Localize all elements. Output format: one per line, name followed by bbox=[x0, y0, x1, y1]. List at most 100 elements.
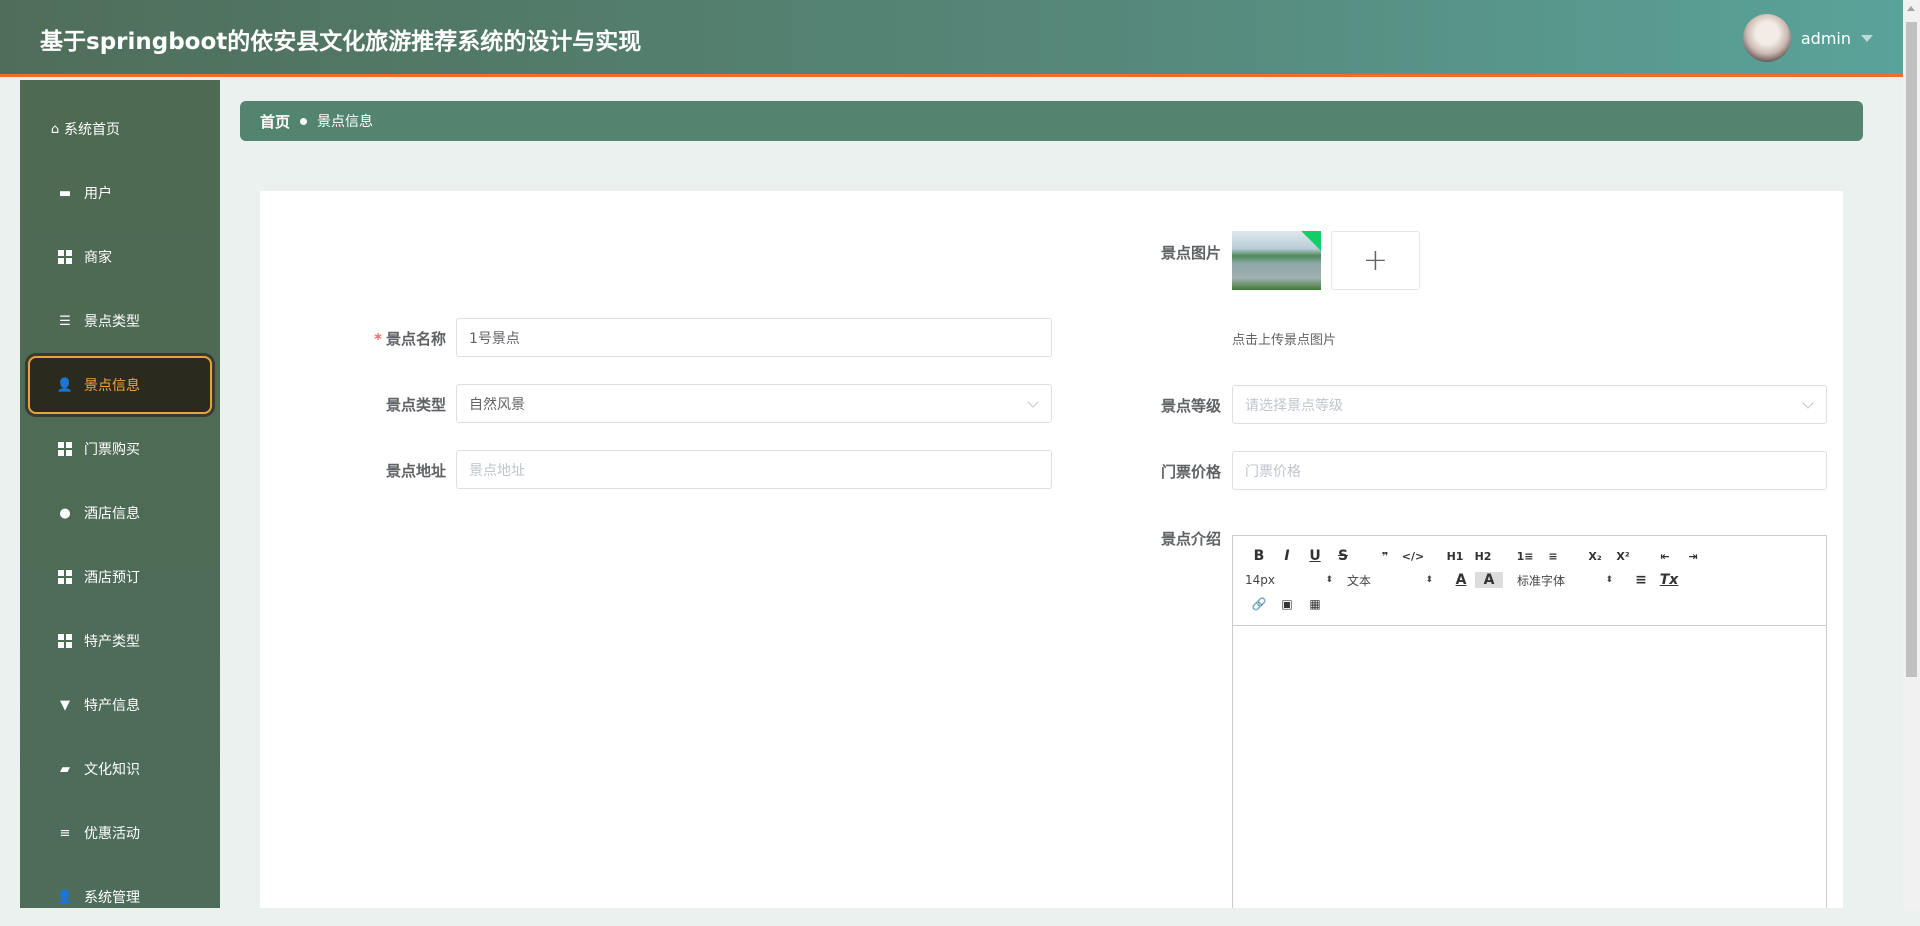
sidebar: ⌂ 系统首页 ▬ 用户商家 ☰ 景点类型 👤 景点信息门票购买 ● 酒店信息酒店预订特产类型 ▼ 特产… bbox=[20, 80, 220, 908]
bold-button[interactable]: B bbox=[1245, 548, 1273, 564]
font-size-value: 14px bbox=[1245, 573, 1275, 587]
price-input[interactable]: 门票价格 bbox=[1232, 451, 1827, 490]
rich-text-editor: B I U S ❞ </> H1 H2 1≡ ≡ X₂ X² ⇤ ⇥ 14px ⬍ 文本 ⬍ A A 标准字体… bbox=[1232, 535, 1827, 908]
sidebar-item-10[interactable]: ▰ 文化知识 bbox=[20, 740, 220, 798]
sidebar-item-label: 酒店信息 bbox=[84, 506, 140, 522]
updown-icon: ⬍ bbox=[1325, 575, 1333, 585]
user-icon: 👤 bbox=[56, 889, 74, 905]
sidebar-item-label: 酒店预订 bbox=[84, 570, 140, 586]
top-header: 基于springboot的依安县文化旅游推荐系统的设计与实现 admin bbox=[0, 0, 1903, 77]
ordered-list-button[interactable]: 1≡ bbox=[1511, 550, 1539, 563]
scrollbar[interactable] bbox=[1903, 0, 1920, 908]
underline-button[interactable]: U bbox=[1301, 548, 1329, 564]
sidebar-item-8[interactable]: 特产类型 bbox=[20, 612, 220, 670]
sidebar-item-label: 景点信息 bbox=[84, 378, 140, 394]
type-select[interactable]: 自然风景 bbox=[456, 384, 1052, 423]
user-icon: 👤 bbox=[56, 377, 74, 393]
name-value: 1号景点 bbox=[469, 330, 520, 347]
intro-label: 景点介绍 bbox=[1160, 530, 1221, 548]
type-label: 景点类型 bbox=[385, 396, 446, 414]
header-select[interactable]: 文本 ⬍ bbox=[1347, 572, 1433, 589]
avatar[interactable] bbox=[1742, 14, 1791, 62]
level-select[interactable]: 请选择景点等级 bbox=[1232, 385, 1827, 424]
chevron-down-icon bbox=[1027, 396, 1039, 408]
image-label: 景点图片 bbox=[1160, 244, 1221, 262]
breadcrumb-separator bbox=[300, 117, 308, 125]
h1-button[interactable]: H1 bbox=[1441, 550, 1469, 563]
price-label: 门票价格 bbox=[1160, 463, 1221, 481]
sidebar-item-3[interactable]: ☰ 景点类型 bbox=[20, 292, 220, 350]
scroll-up-icon[interactable] bbox=[1907, 6, 1915, 11]
indent-button[interactable]: ⇥ bbox=[1679, 550, 1707, 563]
sidebar-item-6[interactable]: ● 酒店信息 bbox=[20, 484, 220, 542]
briefcase-icon: ▬ bbox=[58, 185, 72, 201]
sidebar-item-11[interactable]: ≡ 优惠活动 bbox=[20, 804, 220, 862]
stamp-icon: ▼ bbox=[60, 697, 70, 713]
sidebar-item-label: 门票购买 bbox=[84, 442, 140, 458]
sidebar-item-label: 特产信息 bbox=[84, 698, 140, 714]
ticket-icon: ▰ bbox=[60, 761, 70, 777]
font-color-button[interactable]: A bbox=[1447, 572, 1475, 588]
updown-icon: ⬍ bbox=[1425, 575, 1433, 585]
bullet-list-button[interactable]: ≡ bbox=[1539, 550, 1567, 563]
breadcrumb: 首页 景点信息 bbox=[240, 101, 1863, 141]
app-title: 基于springboot的依安县文化旅游推荐系统的设计与实现 bbox=[40, 29, 642, 55]
uploaded-image-thumbnail[interactable] bbox=[1232, 231, 1321, 290]
sidebar-item-7[interactable]: 酒店预订 bbox=[20, 548, 220, 606]
grid-icon bbox=[58, 442, 72, 456]
clear-format-button[interactable]: Tx bbox=[1655, 572, 1683, 588]
image-icon[interactable]: ▣ bbox=[1273, 597, 1301, 611]
list-icon: ≡ bbox=[59, 825, 71, 841]
user-menu[interactable]: admin bbox=[1742, 14, 1873, 62]
superscript-button[interactable]: X² bbox=[1609, 550, 1637, 563]
updown-icon: ⬍ bbox=[1605, 575, 1613, 585]
address-label: 景点地址 bbox=[385, 462, 446, 480]
sidebar-item-9[interactable]: ▼ 特产信息 bbox=[20, 676, 220, 734]
font-family-select[interactable]: 标准字体 ⬍ bbox=[1517, 572, 1613, 589]
sidebar-item-1[interactable]: ▬ 用户 bbox=[20, 164, 220, 222]
sidebar-item-0[interactable]: ⌂ 系统首页 bbox=[20, 100, 220, 158]
sidebar-item-label: 文化知识 bbox=[84, 762, 140, 778]
h2-button[interactable]: H2 bbox=[1469, 550, 1497, 563]
sidebar-item-5[interactable]: 门票购买 bbox=[20, 420, 220, 478]
chevron-down-icon bbox=[1802, 397, 1814, 409]
sidebar-item-label: 系统管理 bbox=[84, 890, 140, 906]
sidebar-item-4[interactable]: 👤 景点信息 bbox=[28, 356, 212, 414]
grid-icon bbox=[58, 570, 72, 584]
background-color-button[interactable]: A bbox=[1475, 572, 1503, 588]
align-button[interactable]: ≡ bbox=[1627, 572, 1655, 588]
breadcrumb-home[interactable]: 首页 bbox=[260, 111, 290, 132]
breadcrumb-current: 景点信息 bbox=[317, 114, 374, 130]
name-input[interactable]: 1号景点 bbox=[456, 318, 1052, 357]
caret-down-icon[interactable] bbox=[1861, 34, 1873, 42]
blockquote-button[interactable]: ❞ bbox=[1371, 550, 1399, 563]
upload-image-button[interactable]: + bbox=[1331, 231, 1420, 290]
username[interactable]: admin bbox=[1801, 29, 1851, 48]
type-value: 自然风景 bbox=[469, 396, 525, 413]
sidebar-item-label: 系统首页 bbox=[64, 122, 120, 138]
link-icon[interactable]: 🔗 bbox=[1245, 597, 1273, 611]
italic-button[interactable]: I bbox=[1273, 548, 1301, 564]
address-placeholder: 景点地址 bbox=[469, 462, 525, 479]
subscript-button[interactable]: X₂ bbox=[1581, 550, 1609, 563]
grid-icon bbox=[58, 250, 72, 264]
check-icon bbox=[1301, 231, 1321, 251]
font-size-select[interactable]: 14px ⬍ bbox=[1245, 573, 1333, 587]
level-placeholder: 请选择景点等级 bbox=[1245, 397, 1343, 414]
sidebar-item-2[interactable]: 商家 bbox=[20, 228, 220, 286]
strike-button[interactable]: S bbox=[1329, 548, 1357, 564]
plus-icon: + bbox=[1362, 243, 1389, 278]
address-input[interactable]: 景点地址 bbox=[456, 450, 1052, 489]
upload-tip: 点击上传景点图片 bbox=[1232, 333, 1337, 348]
price-placeholder: 门票价格 bbox=[1245, 463, 1301, 480]
home-icon: ⌂ bbox=[50, 121, 60, 137]
sidebar-item-label: 商家 bbox=[84, 250, 112, 266]
sidebar-item-label: 景点类型 bbox=[84, 314, 140, 330]
scrollbar-thumb[interactable] bbox=[1906, 22, 1917, 677]
outdent-button[interactable]: ⇤ bbox=[1651, 550, 1679, 563]
code-button[interactable]: </> bbox=[1399, 550, 1427, 563]
name-label-text: 景点名称 bbox=[385, 330, 446, 348]
sidebar-item-12[interactable]: 👤 系统管理 bbox=[20, 868, 220, 926]
required-mark: * bbox=[374, 330, 382, 348]
video-icon[interactable]: ▦ bbox=[1301, 597, 1329, 611]
